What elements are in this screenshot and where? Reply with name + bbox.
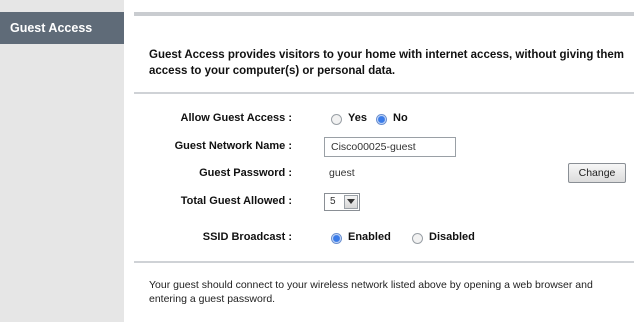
footer-note: Your guest should connect to your wirele… [149,279,593,305]
allow-guest-access-label: Allow Guest Access : [180,112,292,124]
top-rule [134,12,634,16]
total-guest-allowed-label: Total Guest Allowed : [180,195,292,207]
ssid-broadcast-label: SSID Broadcast : [202,231,292,243]
ssid-disabled-label: Disabled [429,231,475,243]
guest-password-label: Guest Password : [199,167,292,179]
ssid-enabled-label: Enabled [348,231,391,243]
section-divider [134,92,634,94]
allow-yes-radio[interactable] [331,114,342,125]
intro-text: Guest Access provides visitors to your h… [149,49,625,77]
section-divider-bottom [134,261,634,263]
guest-password-value: guest [329,167,355,179]
change-password-button[interactable]: Change [568,163,626,183]
guest-network-name-label: Guest Network Name : [174,140,292,152]
total-guest-value: 5 [330,196,336,207]
ssid-disabled-radio[interactable] [412,233,423,244]
sidebar-divider [124,12,134,322]
guest-network-name-field[interactable]: Cisco00025-guest [324,137,456,157]
dropdown-arrow-icon[interactable] [344,195,358,209]
ssid-enabled-radio[interactable] [331,233,342,244]
allow-yes-label: Yes [348,112,367,124]
sidebar: Guest Access [0,0,124,322]
allow-no-radio[interactable] [376,114,387,125]
total-guest-select[interactable]: 5 [324,193,360,211]
sidebar-title: Guest Access [0,12,124,44]
allow-no-label: No [393,112,408,124]
